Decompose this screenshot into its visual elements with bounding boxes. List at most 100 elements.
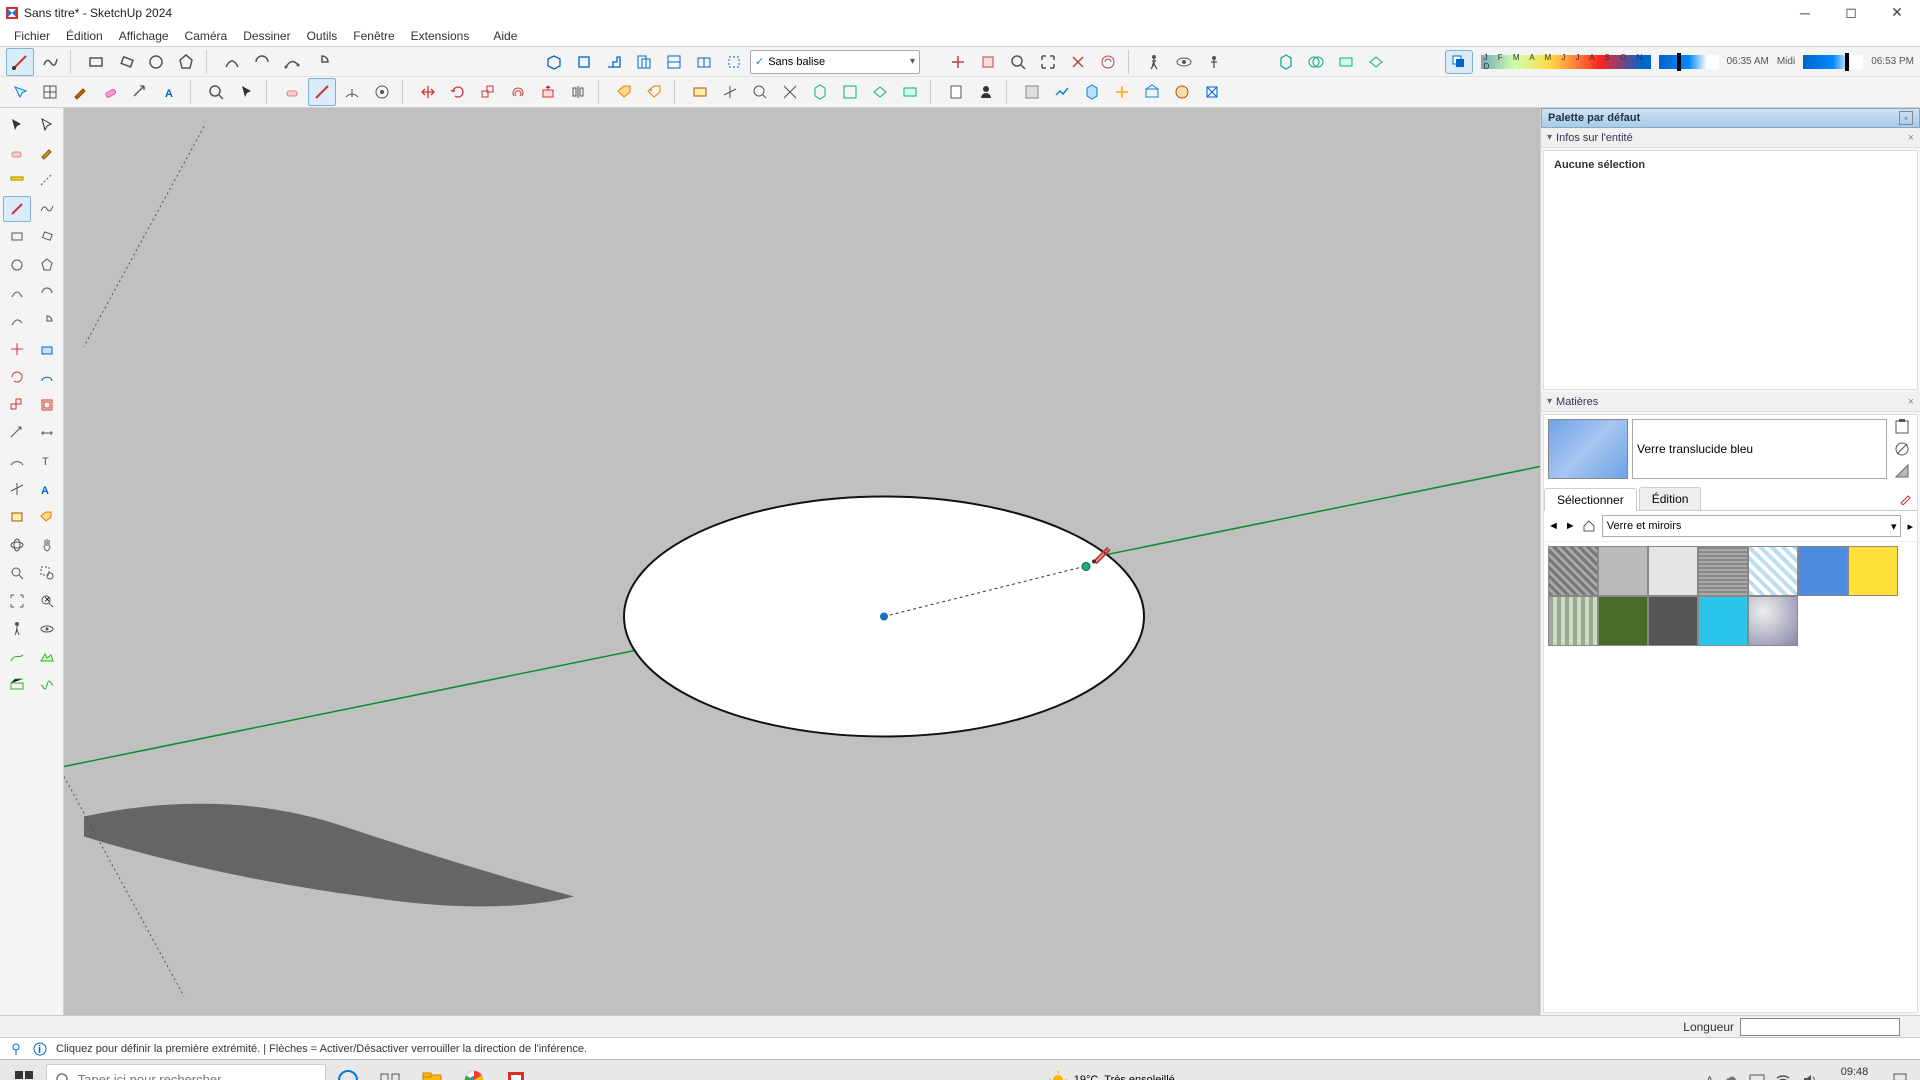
secondary-color-icon[interactable] — [1894, 463, 1910, 479]
geo-icon[interactable] — [8, 1041, 24, 1057]
followme-lt-icon[interactable] — [33, 364, 61, 390]
solid-a-icon[interactable] — [806, 78, 834, 106]
plugin7-icon[interactable] — [1198, 78, 1226, 106]
tape-lt-icon[interactable] — [3, 168, 31, 194]
vcb-input[interactable] — [1740, 1018, 1900, 1036]
offset-lt-icon[interactable] — [33, 392, 61, 418]
solid-c-icon[interactable] — [866, 78, 894, 106]
polygon-tool-icon[interactable] — [172, 48, 200, 76]
offset-copy-icon[interactable] — [504, 78, 532, 106]
sandbox2-icon[interactable] — [33, 644, 61, 670]
plugin6-icon[interactable] — [1168, 78, 1196, 106]
plugin3-icon[interactable] — [1078, 78, 1106, 106]
material-swatch[interactable] — [1548, 546, 1598, 596]
eraser-lt-icon[interactable] — [3, 140, 31, 166]
menu-view[interactable]: Affichage — [111, 26, 177, 46]
pan-lt-icon[interactable] — [33, 532, 61, 558]
info-icon[interactable]: i — [32, 1041, 48, 1057]
paint-lt-icon[interactable] — [33, 140, 61, 166]
tag-dropdown[interactable]: ✓Sans balise ▾ — [750, 50, 920, 74]
solid-d-icon[interactable] — [896, 78, 924, 106]
eyedropper-icon[interactable] — [1895, 487, 1917, 510]
zoom-window-icon[interactable] — [202, 78, 230, 106]
close-button[interactable]: ✕ — [1874, 0, 1920, 25]
tray-notifications-icon[interactable] — [1892, 1072, 1908, 1080]
line-secondary-icon[interactable] — [308, 78, 336, 106]
plugin2-icon[interactable] — [1048, 78, 1076, 106]
material-swatch[interactable] — [1598, 596, 1648, 646]
tray-clock[interactable]: 09:48 25/07/2024 — [1827, 1066, 1882, 1080]
zoomext-lt-icon[interactable] — [3, 588, 31, 614]
eraser-tool-icon[interactable] — [278, 78, 306, 106]
tape3-lt-icon[interactable] — [3, 420, 31, 446]
back-icon[interactable]: ◄ — [1548, 520, 1559, 532]
material-swatch[interactable] — [1748, 546, 1798, 596]
rotated-rect-tool-icon[interactable] — [112, 48, 140, 76]
material-swatch[interactable] — [1648, 596, 1698, 646]
freehand-tool-icon[interactable] — [36, 48, 64, 76]
solid-group6-icon[interactable] — [690, 48, 718, 76]
section-cut-icon[interactable] — [1064, 48, 1092, 76]
material-swatch[interactable] — [1698, 596, 1748, 646]
solid-group4-icon[interactable] — [630, 48, 658, 76]
menu-extensions[interactable]: Extensions — [403, 26, 478, 46]
subtract-icon[interactable] — [1362, 48, 1390, 76]
section-fill-icon[interactable] — [1094, 48, 1122, 76]
solid-group2-icon[interactable] — [570, 48, 598, 76]
tape-icon[interactable] — [126, 78, 154, 106]
rectangle-tool-icon[interactable] — [82, 48, 110, 76]
position-camera-icon[interactable] — [1200, 48, 1228, 76]
month-slider[interactable]: J F M A M J J A S O N D — [1481, 55, 1651, 69]
plugin5-icon[interactable] — [1138, 78, 1166, 106]
cortana-icon[interactable] — [328, 1062, 368, 1080]
material-swatch[interactable] — [1648, 546, 1698, 596]
paint-icon[interactable] — [66, 78, 94, 106]
lasso-tool-icon[interactable] — [33, 112, 61, 138]
axes-tool-icon[interactable] — [716, 78, 744, 106]
zoomwin-lt-icon[interactable] — [33, 560, 61, 586]
tag-tool-icon[interactable] — [610, 78, 638, 106]
zoom-ext2-icon[interactable] — [746, 78, 774, 106]
pie-arc-tool-icon[interactable] — [308, 48, 336, 76]
prev-lt-icon[interactable]: × — [33, 588, 61, 614]
arc3-lt-icon[interactable] — [3, 308, 31, 334]
sketchup-taskbar-icon[interactable] — [496, 1062, 536, 1080]
select-all-icon[interactable] — [6, 78, 34, 106]
axes-lt-icon[interactable] — [3, 476, 31, 502]
menu-edit[interactable]: Édition — [58, 26, 111, 46]
shadow-toggle-icon[interactable] — [1445, 50, 1473, 74]
taskbar-search[interactable] — [46, 1064, 326, 1080]
solid-b-icon[interactable] — [836, 78, 864, 106]
tray-wifi-icon[interactable] — [1775, 1072, 1791, 1080]
plugin4-icon[interactable] — [1108, 78, 1136, 106]
3dtext-lt-icon[interactable]: A — [33, 476, 61, 502]
materials-header[interactable]: ▾ Matières × — [1541, 392, 1920, 412]
search-input[interactable] — [78, 1072, 317, 1080]
material-swatch[interactable] — [1698, 546, 1748, 596]
list-icon[interactable]: ▸ — [1907, 520, 1913, 533]
poly-lt-icon[interactable] — [33, 252, 61, 278]
pushpull-lt-icon[interactable] — [33, 336, 61, 362]
tray-lang-icon[interactable] — [1749, 1072, 1765, 1080]
walk-lt-icon[interactable] — [3, 616, 31, 642]
arc2-lt-icon[interactable] — [33, 280, 61, 306]
rect-lt-icon[interactable] — [3, 224, 31, 250]
outer-shell-icon[interactable] — [1272, 48, 1300, 76]
fwd-icon[interactable]: ► — [1565, 520, 1576, 532]
menu-camera[interactable]: Caméra — [177, 26, 236, 46]
section-plane-icon[interactable] — [944, 48, 972, 76]
arc-tool-icon[interactable] — [218, 48, 246, 76]
menu-draw[interactable]: Dessiner — [235, 26, 298, 46]
zoom-extents-icon[interactable] — [1034, 48, 1062, 76]
menu-tools[interactable]: Outils — [299, 26, 346, 46]
text-icon[interactable]: A — [156, 78, 184, 106]
material-swatch[interactable] — [1598, 546, 1648, 596]
freehand-lt-icon[interactable] — [33, 196, 61, 222]
scale-lt-icon[interactable] — [3, 392, 31, 418]
material-swatch[interactable] — [1848, 546, 1898, 596]
menu-help[interactable]: Aide — [485, 26, 525, 46]
tag-lt-icon[interactable] — [33, 504, 61, 530]
solid-group5-icon[interactable] — [660, 48, 688, 76]
chrome-icon[interactable] — [454, 1062, 494, 1080]
move-lt-icon[interactable] — [3, 336, 31, 362]
